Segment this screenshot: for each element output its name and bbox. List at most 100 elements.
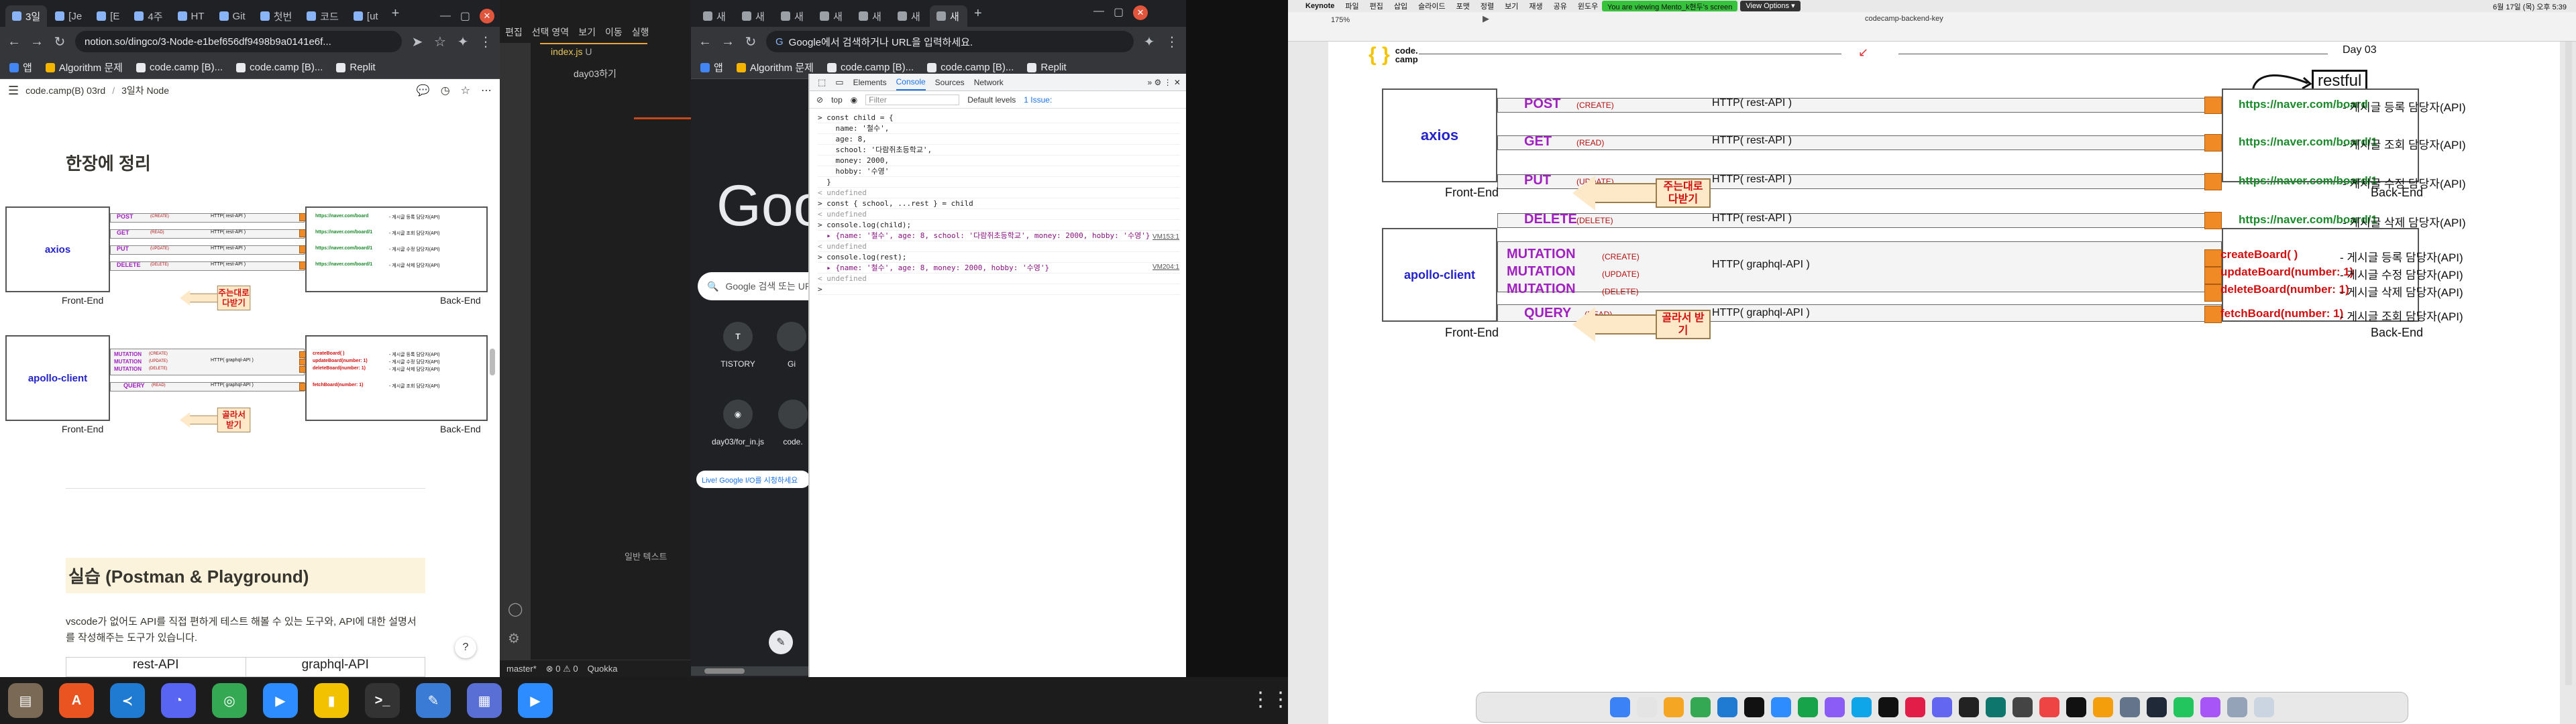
bookmark-item[interactable]: code.camp [B)... <box>826 62 914 73</box>
dock-app-icon[interactable] <box>1851 697 1872 717</box>
browser-tab[interactable]: [ut <box>347 5 385 27</box>
zoom2-icon[interactable]: ▶ <box>518 683 553 718</box>
discord-icon[interactable]: ◔ <box>161 683 196 718</box>
new-tab-icon[interactable]: + <box>386 6 405 21</box>
mac-menu-item[interactable]: 편집 <box>1370 1 1383 11</box>
zoom-icon[interactable]: ▶ <box>263 683 298 718</box>
slide-scrollbar[interactable] <box>2565 42 2572 685</box>
lang-indicator[interactable]: 일반 텍스트 <box>625 550 667 562</box>
maximize-icon[interactable]: ▢ <box>1114 5 1124 20</box>
favorite-icon[interactable]: ☆ <box>461 84 470 97</box>
browser-tab[interactable]: 4주 <box>127 5 169 27</box>
menu-icon[interactable]: ⋮ <box>478 34 493 50</box>
dock-app-icon[interactable] <box>2200 697 2220 717</box>
console-ref[interactable]: VM153:1 <box>1152 233 1179 241</box>
filter-input[interactable]: Filter <box>865 94 960 105</box>
address-input[interactable]: notion.so/dingco/3-Node-e1bef656df9498b9… <box>75 31 402 52</box>
shortcut-tile[interactable]: T TISTORY <box>718 322 758 369</box>
dock-app-icon[interactable] <box>1825 697 1845 717</box>
address-input-2[interactable]: G Google에서 검색하거나 URL을 입력하세요. <box>766 31 1134 52</box>
clear-console-icon[interactable]: ⊘ <box>816 95 823 105</box>
mac-menu-item[interactable]: 파일 <box>1345 1 1358 11</box>
console-ref[interactable]: VM204:1 <box>1152 263 1179 271</box>
mac-menu-item[interactable]: 공유 <box>1554 1 1567 11</box>
star-icon[interactable]: ☆ <box>433 34 447 50</box>
dock-app-icon[interactable] <box>2120 697 2140 717</box>
vscode-menu-item[interactable]: 선택 영역 <box>532 25 569 39</box>
zoom-control[interactable]: 175% <box>1331 16 1350 24</box>
device-icon[interactable]: ▭ <box>835 77 843 88</box>
back-icon[interactable]: ← <box>7 34 21 50</box>
quokka-status[interactable]: Quokka <box>588 664 618 674</box>
dock-app-icon[interactable] <box>2012 697 2033 717</box>
mac-menu-item[interactable]: 보기 <box>1505 1 1518 11</box>
mac-menu-item[interactable]: 삽입 <box>1394 1 1407 11</box>
appstore-icon[interactable]: A <box>59 683 94 718</box>
dock-app-icon[interactable] <box>2066 697 2086 717</box>
dock-app-icon[interactable] <box>1905 697 1925 717</box>
updates-icon[interactable]: ◷ <box>441 84 450 97</box>
more-icon[interactable]: ⋯ <box>481 84 492 97</box>
dock-app-icon[interactable] <box>1744 697 1764 717</box>
browser-tab[interactable]: 새 <box>735 5 773 27</box>
dock-app-icon[interactable] <box>1878 697 1898 717</box>
browser-tab[interactable]: 새 <box>891 5 928 27</box>
settings-icon[interactable]: ⚙ <box>508 630 520 647</box>
account-icon[interactable]: ◯ <box>508 601 523 617</box>
browser-tab[interactable]: 코드 <box>300 5 345 27</box>
dock-app-icon[interactable] <box>1637 697 1657 717</box>
breadcrumb-item[interactable]: code.camp(B) 03rd <box>25 85 105 96</box>
browser-tab[interactable]: 새 <box>852 5 890 27</box>
inspect-icon[interactable]: ⬚ <box>818 77 826 88</box>
back-icon[interactable]: ← <box>698 34 712 50</box>
hamburger-icon[interactable]: ☰ <box>8 84 19 98</box>
menu-icon[interactable]: ⋮ <box>1165 34 1179 50</box>
dock-app-icon[interactable] <box>2039 697 2059 717</box>
vscode-icon[interactable]: ≺ <box>110 683 145 718</box>
dock-app-icon[interactable] <box>1771 697 1791 717</box>
screen-icon[interactable]: ▦ <box>467 683 502 718</box>
browser-tab[interactable]: [E <box>90 5 126 27</box>
dock-app-icon[interactable] <box>2254 697 2274 717</box>
customize-button[interactable]: ✎ <box>769 630 793 654</box>
dock-app-icon[interactable] <box>1690 697 1711 717</box>
bookmark-item[interactable]: Algorithm 문제 <box>45 60 123 74</box>
chrome-icon[interactable]: ◎ <box>212 683 247 718</box>
bookmark-item[interactable]: 앱 <box>9 60 32 74</box>
dock-app-icon[interactable] <box>1717 697 1737 717</box>
devtools-tab-console[interactable]: Console <box>896 74 926 90</box>
bookmark-item[interactable]: 앱 <box>700 60 723 74</box>
bookmark-item[interactable]: Replit <box>336 62 376 73</box>
bookmark-item[interactable]: code.camp [B)... <box>236 62 323 73</box>
mac-menu-item[interactable]: 윈도우 <box>1578 1 1598 11</box>
bookmark-item[interactable]: code.camp [B)... <box>136 62 223 73</box>
devtools-tab-network[interactable]: Network <box>974 78 1004 87</box>
view-options-button[interactable]: View Options ▾ <box>1740 1 1801 11</box>
problems-count[interactable]: ⊗ 0 ⚠ 0 <box>546 664 578 674</box>
reload-icon[interactable]: ↻ <box>52 34 67 50</box>
extensions-icon[interactable]: ✦ <box>455 34 470 50</box>
close-icon[interactable]: ✕ <box>1133 5 1148 20</box>
dock-app-icon[interactable] <box>1932 697 1952 717</box>
mac-menu-item[interactable]: 포맷 <box>1456 1 1470 11</box>
mac-menu-item[interactable]: Keynote <box>1305 2 1334 10</box>
close-icon[interactable]: ✕ <box>480 9 494 23</box>
browser-tab[interactable]: HT <box>171 5 211 27</box>
editor-tab[interactable]: index.js U <box>540 43 647 60</box>
forward-icon[interactable]: → <box>720 34 735 50</box>
shortcut-tile[interactable]: ◉ day03/for_in.js <box>704 400 771 446</box>
breadcrumb-item[interactable]: 3일차 Node <box>121 84 169 97</box>
git-branch[interactable]: master* <box>506 664 537 674</box>
browser-tab[interactable]: [Je <box>48 5 89 27</box>
bookmark-item[interactable]: Algorithm 문제 <box>736 60 814 74</box>
browser-tab[interactable]: 새 <box>774 5 812 27</box>
vscode-menu-item[interactable]: 보기 <box>578 25 596 39</box>
browser-tab[interactable]: 새 <box>813 5 851 27</box>
share-icon[interactable]: ➤ <box>410 34 425 50</box>
dock-app-icon[interactable] <box>1959 697 1979 717</box>
forward-icon[interactable]: → <box>30 34 44 50</box>
mac-menu-item[interactable]: 슬라이드 <box>1418 1 1445 11</box>
bookmark-item[interactable]: Replit <box>1027 62 1067 73</box>
browser-tab[interactable]: 새 <box>696 5 734 27</box>
reload-icon[interactable]: ↻ <box>743 34 758 50</box>
